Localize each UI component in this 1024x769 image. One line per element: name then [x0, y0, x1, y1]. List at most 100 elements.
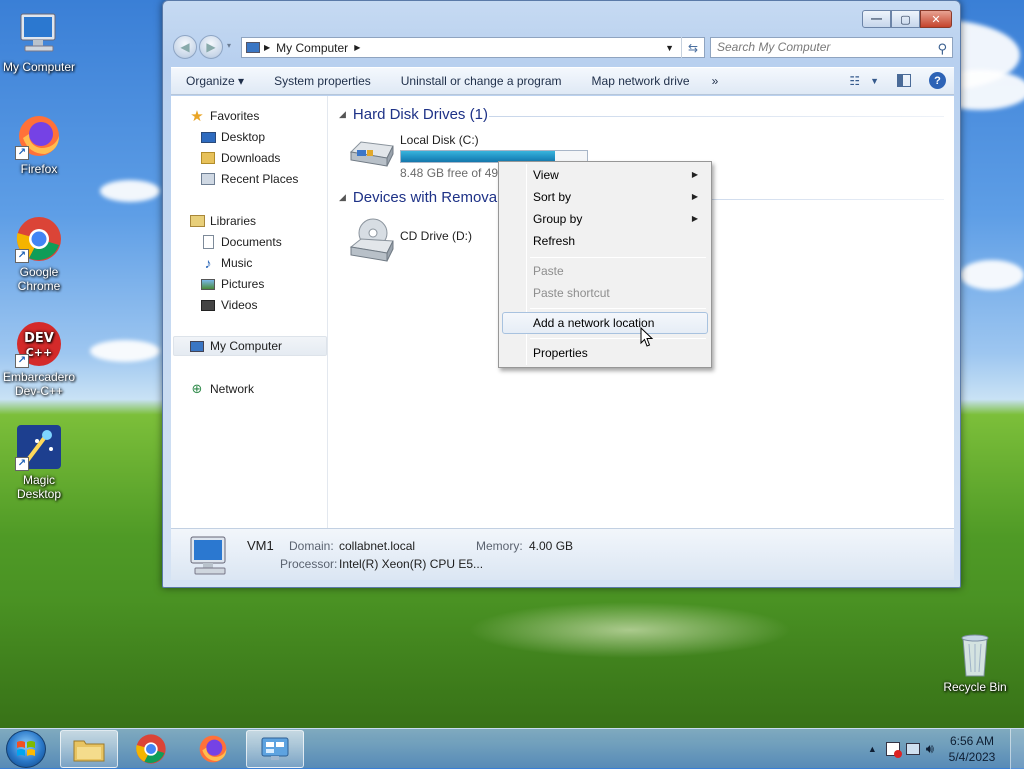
- back-button[interactable]: ◀: [173, 35, 197, 59]
- nav-label: Desktop: [221, 130, 266, 144]
- nav-documents[interactable]: Documents: [200, 232, 282, 252]
- taskbar-explorer-button[interactable]: [60, 730, 118, 768]
- music-icon: ♪: [204, 255, 212, 271]
- clock[interactable]: 6:56 AM 5/4/2023: [942, 733, 1002, 765]
- nav-desktop[interactable]: Desktop: [200, 127, 265, 147]
- taskbar-firefox-button[interactable]: [184, 730, 242, 768]
- group-title-text: Hard Disk Drives (1): [352, 106, 488, 123]
- volume-icon[interactable]: 🔊︎: [926, 741, 934, 757]
- change-view-icon[interactable]: ☷: [849, 74, 860, 88]
- search-input[interactable]: Search My Computer ⚲: [710, 37, 953, 58]
- search-icon[interactable]: ⚲: [937, 39, 947, 58]
- forward-button[interactable]: ▶: [199, 35, 223, 59]
- show-hidden-icons-icon[interactable]: ▲: [868, 744, 877, 754]
- view-options-dropdown-icon[interactable]: ▼: [870, 76, 879, 86]
- command-bar: Organize ▾ System properties Uninstall o…: [171, 67, 954, 95]
- recent-pages-chevron-icon[interactable]: ▾: [227, 41, 231, 50]
- nav-music[interactable]: ♪ Music: [200, 253, 253, 273]
- nav-libraries[interactable]: Libraries: [189, 211, 256, 231]
- drive-d[interactable]: CD Drive (D:): [347, 217, 472, 262]
- map-network-drive-button[interactable]: Map network drive: [577, 74, 705, 88]
- uninstall-program-button[interactable]: Uninstall or change a program: [386, 74, 577, 88]
- desktop-icon-recycle-bin[interactable]: Recycle Bin: [937, 630, 1013, 694]
- search-placeholder: Search My Computer: [717, 40, 831, 54]
- maximize-button[interactable]: ▢: [891, 10, 920, 28]
- desktop-icon-chrome[interactable]: ↗ Google Chrome: [1, 215, 77, 293]
- nav-label: Favorites: [210, 109, 260, 123]
- ctx-label: Refresh: [533, 234, 576, 248]
- nav-videos[interactable]: Videos: [200, 295, 257, 315]
- ctx-label: Add a network location: [533, 316, 655, 330]
- breadcrumb-my-computer[interactable]: My Computer: [276, 41, 348, 55]
- chrome-icon: [136, 734, 166, 764]
- computer-small-icon: [246, 42, 260, 53]
- collapse-triangle-icon[interactable]: ◢: [339, 192, 346, 203]
- help-icon[interactable]: ?: [929, 72, 946, 89]
- nav-label: Documents: [221, 235, 282, 249]
- taskbar-chrome-button[interactable]: [122, 730, 180, 768]
- show-desktop-button[interactable]: [1010, 729, 1024, 769]
- shortcut-arrow-icon: ↗: [15, 457, 29, 471]
- context-menu-separator: [530, 308, 706, 309]
- ctx-paste-shortcut[interactable]: Paste shortcut: [502, 282, 708, 304]
- refresh-icon: ⇆: [687, 40, 699, 55]
- ctx-refresh[interactable]: Refresh: [502, 230, 708, 252]
- group-removable-storage[interactable]: ◢ Devices with Removab: [339, 189, 505, 206]
- context-menu-separator: [530, 338, 706, 339]
- ctx-add-network-location[interactable]: Add a network location: [502, 312, 708, 334]
- processor-value: Intel(R) Xeon(R) CPU E5...: [339, 557, 484, 571]
- svg-text:DEV: DEV: [24, 331, 54, 346]
- system-properties-button[interactable]: System properties: [259, 74, 386, 88]
- ctx-label: Group by: [533, 212, 583, 226]
- address-bar[interactable]: ▶ My Computer ▶ ▼: [241, 37, 705, 58]
- nav-downloads[interactable]: Downloads: [200, 148, 280, 168]
- context-menu-separator: [530, 257, 706, 258]
- processor-label: Processor:: [280, 557, 338, 571]
- start-button[interactable]: [6, 730, 46, 768]
- nav-recent-places[interactable]: Recent Places: [200, 169, 298, 189]
- taskbar: ▲ 🔊︎ 6:56 AM 5/4/2023: [0, 728, 1024, 769]
- desktop-icon-firefox[interactable]: ↗ Firefox: [1, 112, 77, 176]
- breadcrumb-separator-icon: ▶: [264, 43, 271, 52]
- ctx-group-by[interactable]: Group by ▶: [502, 208, 708, 230]
- nav-label: Recent Places: [221, 172, 299, 186]
- firefox-icon: ↗: [15, 112, 63, 160]
- desktop-icon-magic-desktop[interactable]: ↗ Magic Desktop: [1, 423, 77, 501]
- submenu-arrow-icon: ▶: [691, 170, 698, 179]
- network-tray-icon[interactable]: [905, 743, 920, 755]
- more-commands-button[interactable]: »: [705, 74, 734, 88]
- devcpp-icon: DEV C++ ↗: [15, 320, 63, 368]
- recycle-bin-icon: [951, 630, 999, 678]
- ctx-paste[interactable]: Paste: [502, 260, 708, 282]
- memory-value: 4.00 GB: [529, 539, 574, 553]
- computer-large-icon: [187, 535, 233, 580]
- ctx-view[interactable]: View ▶: [502, 164, 708, 186]
- group-hard-disk-drives[interactable]: ◢ Hard Disk Drives (1): [339, 106, 488, 123]
- memory-label: Memory:: [476, 539, 523, 553]
- ctx-sort-by[interactable]: Sort by ▶: [502, 186, 708, 208]
- computer-name: VM1: [247, 538, 274, 553]
- action-center-icon[interactable]: [885, 742, 902, 758]
- ctx-properties[interactable]: Properties: [502, 342, 708, 364]
- close-button[interactable]: ✕: [920, 10, 952, 28]
- collapse-triangle-icon[interactable]: ◢: [339, 109, 346, 120]
- taskbar-control-panel-button[interactable]: [246, 730, 304, 768]
- computer-icon: [15, 10, 63, 58]
- preview-pane-icon[interactable]: [897, 74, 911, 87]
- refresh-button[interactable]: ⇆: [681, 37, 704, 58]
- computer-icon: [189, 338, 205, 354]
- svg-text:C++: C++: [26, 346, 53, 359]
- nav-network[interactable]: ⊕ Network: [189, 379, 254, 399]
- organize-button[interactable]: Organize ▾: [171, 74, 259, 88]
- recent-places-icon: [200, 171, 216, 187]
- context-menu: View ▶ Sort by ▶ Group by ▶ Refresh Past…: [498, 161, 712, 368]
- nav-label: Music: [221, 256, 253, 270]
- nav-favorites[interactable]: ★ Favorites: [189, 106, 259, 126]
- minimize-button[interactable]: —: [862, 10, 891, 28]
- desktop-icon-my-computer[interactable]: My Computer: [1, 10, 77, 74]
- address-dropdown-icon[interactable]: ▼: [665, 43, 674, 53]
- folder-icon: [73, 740, 105, 762]
- nav-pictures[interactable]: Pictures: [200, 274, 264, 294]
- desktop-icon-devcpp[interactable]: DEV C++ ↗ Embarcadero Dev-C++: [1, 320, 77, 398]
- nav-my-computer[interactable]: My Computer: [173, 336, 327, 356]
